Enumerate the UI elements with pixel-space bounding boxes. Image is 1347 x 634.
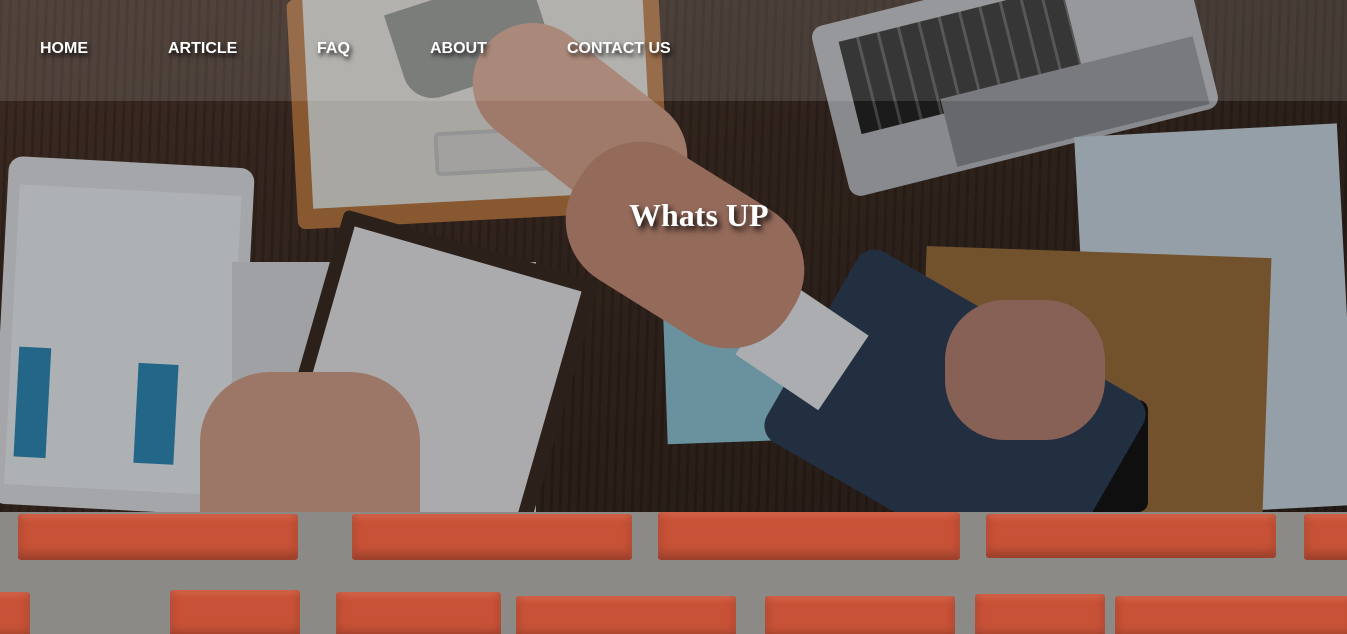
top-navigation: HOME ARTICLE FAQ ABOUT CONTACT US xyxy=(0,0,1347,101)
nav-link-home[interactable]: HOME xyxy=(40,40,88,58)
brick-wall-background xyxy=(0,512,1347,634)
nav-link-article[interactable]: ARTICLE xyxy=(168,40,237,58)
nav-link-about[interactable]: ABOUT xyxy=(430,40,487,58)
nav-link-faq[interactable]: FAQ xyxy=(317,40,350,58)
nav-link-contact-us[interactable]: CONTACT US xyxy=(567,40,671,58)
hero-title: Whats UP xyxy=(629,197,769,233)
hero-section: HOME ARTICLE FAQ ABOUT CONTACT US Whats … xyxy=(0,0,1347,512)
